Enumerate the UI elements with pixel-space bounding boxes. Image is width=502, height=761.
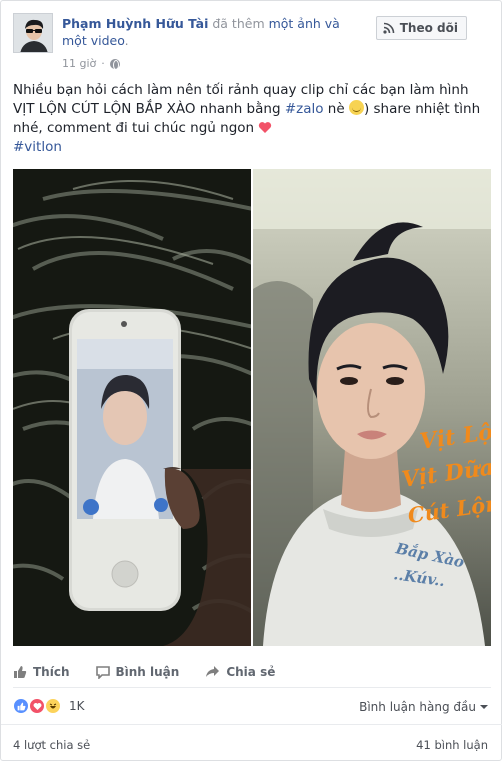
hashtag-zalo[interactable]: #zalo [285, 101, 324, 117]
comment-icon [95, 665, 110, 679]
share-icon [206, 665, 220, 677]
share-button[interactable]: Chia sẻ [205, 665, 275, 679]
love-reaction-icon [29, 698, 45, 714]
reaction-count: 1K [69, 699, 85, 713]
avatar[interactable] [13, 13, 53, 53]
post-text: Nhiều bạn hỏi cách làm nên tối rảnh quay… [13, 81, 491, 157]
action-text: đã thêm [208, 16, 269, 31]
share-label: Chia sẻ [226, 664, 276, 679]
like-reaction-icon [13, 698, 29, 714]
post-meta: 11 giờ · [62, 57, 120, 70]
action-bar: Thích Bình luận Chia sẻ [13, 656, 491, 688]
post-card: Phạm Huỳnh Hữu Tài đã thêm một ảnh và mộ… [0, 0, 502, 761]
comment-label: Bình luận [115, 664, 180, 679]
hashtag-vitlon[interactable]: #vitlon [13, 139, 62, 155]
author-name[interactable]: Phạm Huỳnh Hữu Tài [62, 16, 208, 31]
reactions-summary[interactable]: 1K [13, 698, 85, 714]
comment-count[interactable]: 41 bình luận [416, 738, 488, 752]
sort-label: Bình luận hàng đầu [359, 700, 476, 714]
haha-reaction-icon [45, 698, 61, 714]
thumbs-up-icon [14, 665, 27, 678]
like-button[interactable]: Thích [13, 665, 70, 679]
comment-sort-dropdown[interactable]: Bình luận hàng đầu [359, 700, 488, 714]
globe-icon [109, 58, 120, 70]
divider [1, 724, 502, 725]
follow-button[interactable]: Theo dõi [375, 16, 467, 40]
like-label: Thích [33, 664, 70, 679]
timestamp[interactable]: 11 giờ [62, 57, 96, 70]
share-count[interactable]: 4 lượt chia sẻ [13, 738, 90, 752]
selfie-photo[interactable]: Vịt Lộn Vịt Dữa Cút Lộn Bắp Xào ..Kúv.. [253, 169, 491, 646]
video-thumbnail[interactable] [13, 169, 251, 646]
smile-emoji-icon [348, 100, 364, 115]
heart-emoji-icon [259, 122, 272, 133]
post-text-part: nè [323, 101, 349, 117]
post-header: Phạm Huỳnh Hữu Tài đã thêm một ảnh và mộ… [62, 15, 362, 49]
rss-icon [383, 22, 395, 34]
action-suffix: . [124, 33, 129, 48]
chevron-down-icon [480, 705, 488, 709]
follow-label: Theo dõi [399, 21, 458, 35]
comment-button[interactable]: Bình luận [95, 664, 180, 679]
